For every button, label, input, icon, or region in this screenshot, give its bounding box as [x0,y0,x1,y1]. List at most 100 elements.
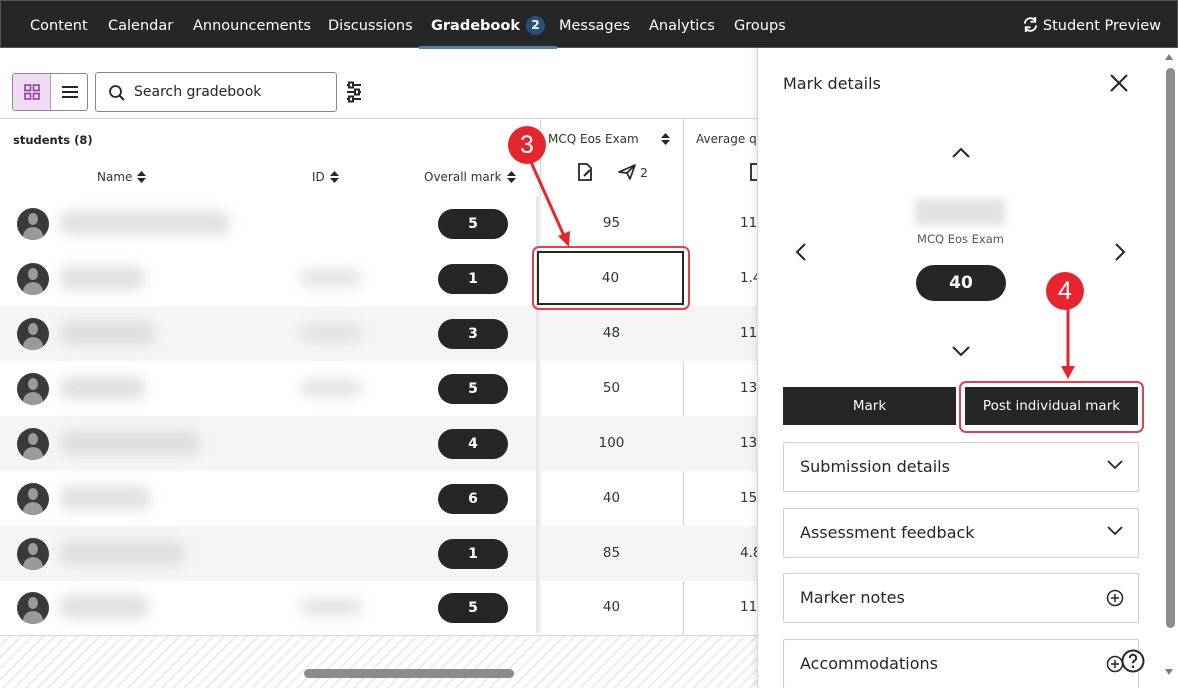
search-input[interactable] [134,81,329,103]
overall-mark-pill[interactable]: 3 [438,319,508,349]
overall-mark-pill[interactable]: 1 [438,264,508,294]
mcq-mark-cell[interactable]: 85 [540,526,683,581]
scroll-down-arrow-icon[interactable] [1164,668,1174,676]
table-row[interactable]: 3 48 11 [0,306,757,361]
average-cell[interactable]: 13 [740,361,757,416]
chevron-up-icon[interactable] [951,146,971,160]
overall-mark-pill[interactable]: 5 [438,374,508,404]
average-cell[interactable]: 13 [740,416,757,471]
chevron-down-icon [1107,526,1123,536]
sort-icon [329,171,339,183]
search-box [95,72,337,112]
student-preview-button[interactable]: Student Preview [1022,1,1161,49]
column-header-name-label: Name [97,170,133,184]
scroll-up-arrow-icon[interactable] [1164,53,1174,61]
avatar [17,483,49,515]
column-header-overall-mark[interactable]: Overall mark [424,170,516,184]
student-preview-label: Student Preview [1042,18,1161,34]
average-cell[interactable]: 11 [740,196,757,251]
avatar [17,318,49,350]
mcq-mark-cell[interactable]: 50 [540,361,683,416]
tab-content[interactable]: Content [30,1,88,49]
tab-groups[interactable]: Groups [734,1,786,49]
column-header-mcq-exam[interactable]: MCQ Eos Exam [548,132,670,146]
average-cell[interactable]: 11 [740,580,757,635]
average-cell[interactable]: 11 [740,306,757,361]
document-icon [750,163,757,181]
mark-button[interactable]: Mark [783,387,956,425]
horizontal-scrollbar[interactable] [304,669,514,678]
list-icon [62,86,78,98]
send-icon[interactable] [618,164,636,180]
plus-circle-icon [1106,589,1124,607]
vertical-scrollbar[interactable] [1166,68,1175,628]
sort-icon [506,171,516,183]
edit-document-icon[interactable] [577,163,593,181]
tab-messages[interactable]: Messages [559,1,630,49]
marker-notes-section[interactable]: Marker notes [783,573,1139,623]
help-icon[interactable] [1121,649,1145,673]
tab-gradebook[interactable]: Gradebook 2 [419,1,557,49]
callout-step-4: 4 [1046,272,1084,310]
average-cell[interactable]: 1.4 [740,251,757,306]
refresh-icon [1023,16,1037,33]
close-icon[interactable] [1109,73,1129,93]
mcq-mark-cell[interactable]: 100 [540,416,683,471]
mcq-mark-cell[interactable]: 40 [540,471,683,526]
top-navigation: Content Calendar Announcements Discussio… [0,0,1178,49]
panel-title: Mark details [783,74,881,93]
column-header-id[interactable]: ID [312,170,339,184]
table-row[interactable]: 5 50 13 [0,361,757,416]
column-header-mcq-label: MCQ Eos Exam [548,132,639,146]
overall-mark-pill[interactable]: 5 [438,593,508,623]
average-cell[interactable]: 4.8 [740,526,757,581]
student-id-redacted [300,379,362,397]
submission-details-section[interactable]: Submission details [783,442,1139,492]
tab-calendar[interactable]: Calendar [108,1,173,49]
table-row[interactable]: 4 100 13 [0,416,757,471]
callout-arrow-icon [1061,308,1075,379]
student-name-redacted [914,199,1006,225]
student-name-redacted [60,595,148,619]
student-name-redacted [60,321,155,345]
chevron-down-icon[interactable] [951,344,971,358]
column-header-name[interactable]: Name [97,170,147,184]
overall-mark-pill[interactable]: 6 [438,484,508,514]
tab-analytics[interactable]: Analytics [649,1,715,49]
section-label: Accommodations [800,654,938,673]
callout-arrow-icon [529,161,570,247]
student-id-redacted [300,598,362,616]
average-cell[interactable]: 15 [740,471,757,526]
avatar [17,208,49,240]
student-name-redacted [60,211,230,235]
table-row[interactable]: 1 85 4.8 [0,526,757,581]
mcq-mark-cell[interactable]: 48 [540,306,683,361]
search-icon [109,85,125,101]
table-row[interactable]: 5 40 11 [0,580,757,635]
table-row[interactable]: 5 95 11 [0,196,757,251]
column-header-overall-label: Overall mark [424,170,502,184]
column-header-id-label: ID [312,170,325,184]
table-row[interactable]: 6 40 15 [0,471,757,526]
assessment-feedback-section[interactable]: Assessment feedback [783,508,1139,558]
column-header-average[interactable]: Average qu [696,132,757,146]
filter-sliders-icon[interactable] [344,80,364,104]
avatar [17,592,49,624]
overall-mark-pill[interactable]: 5 [438,209,508,239]
mcq-mark-cell[interactable]: 40 [540,580,683,635]
chevron-right-icon[interactable] [1113,242,1127,262]
tab-discussions[interactable]: Discussions [328,1,413,49]
posted-count: 2 [640,165,648,180]
chevron-down-icon [1107,460,1123,470]
grid-view-button[interactable] [13,74,51,110]
avatar [17,428,49,460]
list-view-button[interactable] [51,74,87,110]
accommodations-section[interactable]: Accommodations [783,639,1139,688]
chevron-left-icon[interactable] [794,242,808,262]
overall-mark-pill[interactable]: 4 [438,429,508,459]
view-toggle [12,73,88,111]
callout-highlight-cell [532,246,690,310]
tab-announcements[interactable]: Announcements [193,1,311,49]
section-label: Assessment feedback [800,523,975,542]
overall-mark-pill[interactable]: 1 [438,539,508,569]
